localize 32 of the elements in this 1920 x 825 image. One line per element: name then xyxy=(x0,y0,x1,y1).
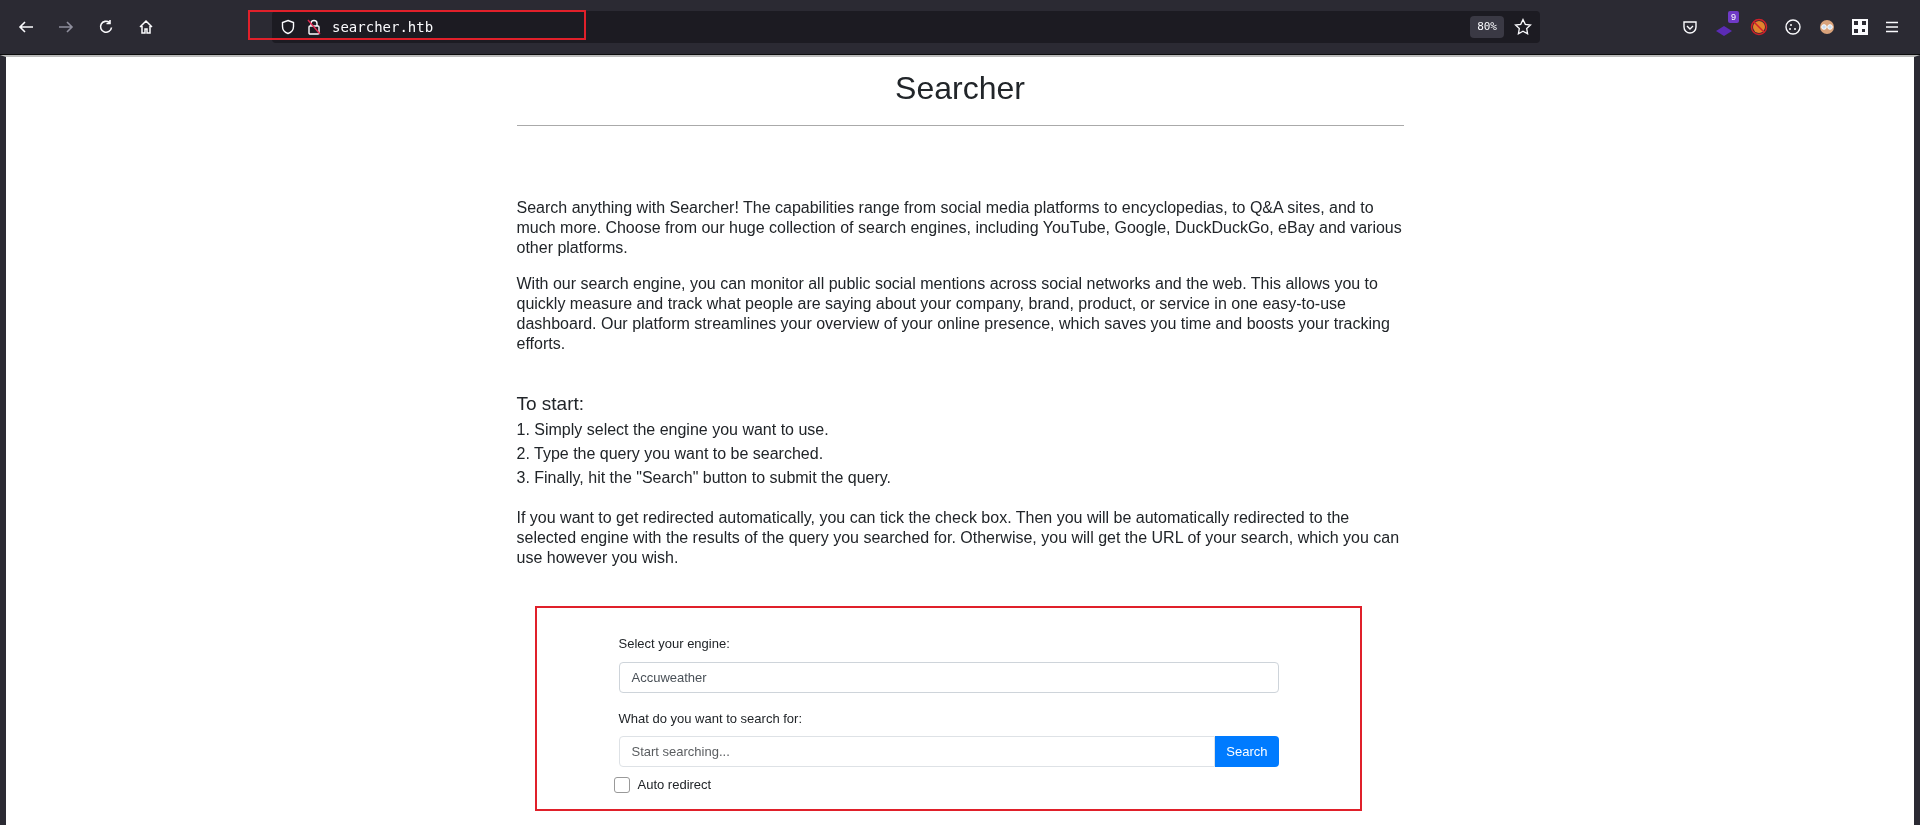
paragraph: Search anything with Searcher! The capabilities range from social media platforms to encyclopedias, to Q&A sites, and to much more. Choose from our huge collection of search engines, including YouTube, Google, DuckDuckGo, eBay and various other platforms. xyxy=(516,198,1403,259)
blocked-extension-icon[interactable] xyxy=(1750,18,1768,36)
checkbox-label: Auto redirect xyxy=(637,776,712,795)
url-text: searcher.htb xyxy=(332,17,434,37)
shield-icon xyxy=(280,19,296,35)
paragraph: If you want to get redirected automatically, you can tick the check box. Then you will be automatically redirected to the selected engine with the results of the query you searched for. Otherwise, you will get the URL of your search, which you can use however you wish. xyxy=(516,508,1401,569)
reload-icon xyxy=(98,19,114,35)
engine-select[interactable]: Accuweather xyxy=(618,661,1279,693)
star-icon[interactable] xyxy=(1514,18,1532,36)
menu-icon[interactable] xyxy=(1884,19,1900,35)
step-text: 2. Type the query you want to be searched. xyxy=(516,444,825,465)
arrow-right-icon xyxy=(58,19,74,35)
qr-code-icon[interactable] xyxy=(1852,19,1868,35)
page-title: Searcher xyxy=(894,69,1026,108)
field-label: What do you want to search for: xyxy=(618,709,804,728)
notification-count: 9 xyxy=(1728,11,1739,23)
pocket-icon[interactable] xyxy=(1682,19,1698,35)
search-input[interactable]: Start searching... xyxy=(618,736,1216,768)
search-button[interactable]: Search xyxy=(1215,736,1279,768)
step-text: 1. Simply select the engine you want to use. xyxy=(516,420,830,441)
cookie-icon[interactable] xyxy=(1784,18,1802,36)
home-icon xyxy=(138,19,154,35)
section-heading: To start: xyxy=(516,394,586,415)
step-text: 3. Finally, hit the "Search" button to submit the query. xyxy=(516,468,892,489)
zoom-level[interactable]: 80% xyxy=(1470,15,1504,39)
face-glasses-icon[interactable] xyxy=(1818,18,1836,36)
lock-icon xyxy=(306,19,322,35)
checkbox[interactable] xyxy=(613,777,630,794)
field-label: Select your engine: xyxy=(618,635,731,654)
address-bar[interactable]: searcher.htb 80% xyxy=(272,11,1540,43)
paragraph: With our search engine, you can monitor all public social mentions across social networks and the web. This allows you to quickly measure and track what people are saying about your company, brand, product, or service in one easy-to-use dashboard. Our platform streamlines your overview of your online presence, which saves you time and boosts your tracking efforts. xyxy=(516,274,1391,355)
arrow-left-icon xyxy=(18,19,34,35)
